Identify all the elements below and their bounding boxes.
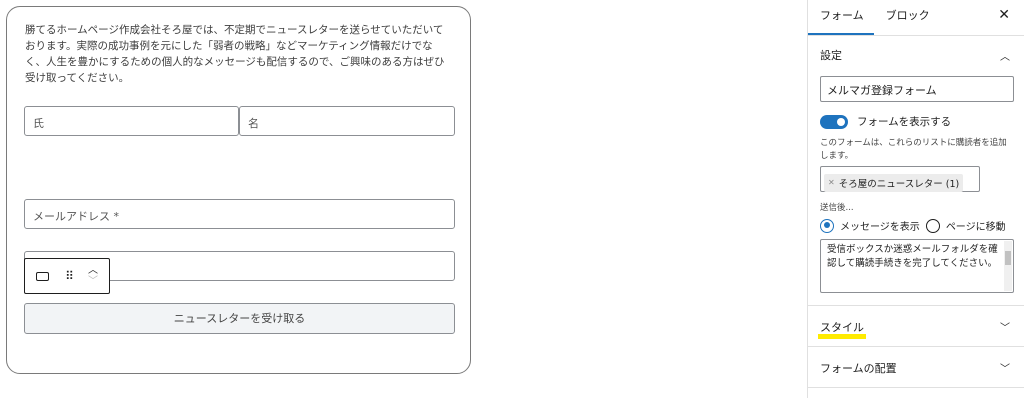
editor-screen: 勝てるホームページ作成会社そろ屋では、不定期でニュースレターを送らせていただいて… bbox=[0, 0, 1024, 398]
last-name-placeholder: 名 bbox=[248, 117, 259, 130]
block-toolbar: ⠿ ︿ ﹀ bbox=[24, 258, 110, 294]
style-panel: スタイル ﹀ bbox=[808, 306, 1024, 347]
textarea-scrollbar[interactable] bbox=[1004, 241, 1012, 291]
form-intro-text: 勝てるホームページ作成会社そろ屋では、不定期でニュースレターを送らせていただいて… bbox=[25, 24, 445, 84]
radio-show-message[interactable]: メッセージを表示 bbox=[820, 218, 920, 233]
placement-panel: フォームの配置 ﹀ bbox=[808, 347, 1024, 388]
after-submit-options: メッセージを表示 ページに移動 bbox=[820, 218, 1012, 233]
first-name-placeholder: 氏 bbox=[33, 117, 44, 130]
yellow-highlight-mark bbox=[818, 334, 866, 339]
settings-title: 設定 bbox=[820, 49, 842, 62]
block-type-button[interactable] bbox=[25, 259, 59, 293]
show-form-toggle-row: フォームを表示する bbox=[820, 114, 1012, 129]
drag-handle-icon: ⠿ bbox=[65, 269, 74, 283]
tab-block[interactable]: ブロック bbox=[874, 7, 940, 35]
block-rectangle-icon bbox=[35, 271, 49, 281]
show-form-label: フォームを表示する bbox=[857, 116, 952, 128]
list-select[interactable]: ✕ そろ屋のニュースレター (1) bbox=[820, 166, 980, 192]
close-icon[interactable]: ✕ bbox=[998, 7, 1010, 23]
radio-redirect[interactable]: ページに移動 bbox=[925, 218, 1006, 233]
list-help-text: このフォームは、これらのリストに購読者を追加します。 bbox=[820, 138, 1007, 161]
scrollbar-thumb[interactable] bbox=[1005, 251, 1011, 265]
form-name-input[interactable]: メルマガ登録フォーム bbox=[820, 76, 1014, 102]
first-name-field[interactable]: 氏 bbox=[24, 106, 239, 136]
settings-header[interactable]: 設定 ︿ bbox=[820, 36, 1012, 74]
radio-redirect-label: ページに移動 bbox=[945, 222, 1006, 233]
remove-token-icon[interactable]: ✕ bbox=[828, 178, 835, 187]
last-name-field[interactable]: 名 bbox=[239, 106, 455, 136]
settings-sidebar: フォーム ブロック ✕ 設定 ︿ メルマガ登録フォーム フォームを表示する この… bbox=[807, 0, 1024, 398]
radio-selected-icon bbox=[820, 218, 834, 233]
drag-handle[interactable]: ⠿ bbox=[59, 259, 79, 293]
style-header[interactable]: スタイル ﹀ bbox=[808, 306, 1024, 347]
after-submit-label: 送信後... bbox=[820, 203, 854, 213]
tab-form[interactable]: フォーム bbox=[808, 7, 874, 35]
chevron-down-icon: ﹀ bbox=[1000, 323, 1010, 334]
move-buttons: ︿ ﹀ bbox=[79, 259, 107, 293]
chevron-up-icon[interactable]: ︿ bbox=[88, 265, 98, 276]
show-form-toggle[interactable] bbox=[820, 114, 848, 129]
style-title: スタイル bbox=[820, 320, 864, 334]
placement-header[interactable]: フォームの配置 ﹀ bbox=[808, 347, 1024, 388]
placement-title: フォームの配置 bbox=[820, 361, 897, 375]
list-token: ✕ そろ屋のニュースレター (1) bbox=[824, 173, 964, 192]
list-token-label: そろ屋のニュースレター (1) bbox=[838, 178, 960, 190]
radio-unselected-icon bbox=[925, 218, 940, 233]
settings-panel: 設定 ︿ メルマガ登録フォーム フォームを表示する このフォームは、これらのリス… bbox=[808, 36, 1024, 306]
newsletter-form-block[interactable]: 勝てるホームページ作成会社そろ屋では、不定期でニュースレターを送らせていただいて… bbox=[6, 6, 471, 374]
chevron-down-icon[interactable]: ﹀ bbox=[88, 276, 98, 287]
email-field[interactable]: メールアドレス * bbox=[24, 199, 455, 229]
chevron-down-icon: ﹀ bbox=[1000, 364, 1010, 375]
radio-show-message-label: メッセージを表示 bbox=[840, 222, 920, 233]
success-message-textarea[interactable]: 受信ボックスか迷惑メールフォルダを確認して購読手続きを完了してください。 bbox=[820, 239, 1014, 293]
chevron-up-icon: ︿ bbox=[1000, 51, 1010, 63]
success-message-text: 受信ボックスか迷惑メールフォルダを確認して購読手続きを完了してください。 bbox=[827, 244, 998, 269]
sidebar-tabs: フォーム ブロック ✕ bbox=[808, 0, 1024, 36]
email-placeholder: メールアドレス * bbox=[33, 210, 119, 223]
submit-button[interactable]: ニュースレターを受け取る bbox=[24, 303, 455, 334]
